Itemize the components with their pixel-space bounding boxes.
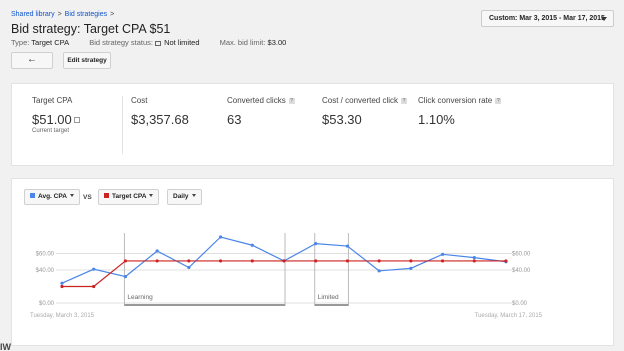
data-point <box>92 267 96 271</box>
max-bid-value: $3.00 <box>267 38 287 47</box>
help-icon[interactable]: ? <box>288 98 295 104</box>
breadcrumb-separator: > <box>110 11 115 18</box>
y-tick-label-left: $60.00 <box>36 252 55 258</box>
data-point <box>504 259 508 263</box>
date-range-label: Custom: Mar 3, 2015 - Mar 17, 2015 <box>489 15 605 22</box>
stat-target-cpa: Target CPA $51.00 Current target <box>32 96 80 134</box>
period-bar <box>124 304 285 306</box>
data-point <box>92 284 96 289</box>
data-point <box>218 259 223 263</box>
data-point <box>345 244 350 248</box>
stat-label: Cost / converted click? <box>322 96 408 105</box>
data-point <box>218 235 223 239</box>
data-point <box>250 243 254 247</box>
data-point <box>440 252 445 256</box>
status-value: Not limited <box>164 38 200 47</box>
y-tick-label-right: $0.00 <box>512 301 528 307</box>
period-bar <box>314 304 349 306</box>
x-end-label: Tuesday, March 17, 2015 <box>475 313 543 319</box>
stat-label: Click conversion rate? <box>418 96 502 105</box>
status-label: Bid strategy status: <box>89 38 153 47</box>
data-point <box>472 259 476 263</box>
data-point <box>472 256 476 260</box>
data-point <box>60 281 64 285</box>
data-point <box>409 259 413 263</box>
y-tick-label-right: $60.00 <box>512 252 531 258</box>
stat-value: $53.30 <box>322 112 362 127</box>
page-title: Bid strategy: Target CPA $51 <box>11 22 171 36</box>
help-icon[interactable]: ? <box>495 98 502 104</box>
stat-cost-per-converted-click: Cost / converted click? $53.30 <box>322 96 408 127</box>
y-tick-label-left: $40.00 <box>36 268 55 274</box>
type-value: Target CPA <box>31 38 70 47</box>
data-point <box>155 259 159 263</box>
type-label: Type: <box>11 38 30 47</box>
stat-sublabel: Current target <box>32 128 70 134</box>
period-label: Limited <box>318 294 339 301</box>
breadcrumb: Shared library > Bid strategies > <box>11 11 117 18</box>
data-point <box>187 259 191 263</box>
period-label: Learning <box>127 294 153 301</box>
data-point <box>123 275 128 279</box>
breadcrumb-bid-strategies[interactable]: Bid strategies <box>65 11 107 18</box>
stat-cost: Cost $3,357.68 <box>131 96 189 127</box>
stat-label: Converted clicks? <box>227 96 295 105</box>
stat-value: 63 <box>227 112 242 127</box>
help-icon[interactable]: ? <box>401 98 408 104</box>
comment-icon <box>155 40 162 46</box>
data-point <box>250 259 254 263</box>
data-point <box>314 242 318 246</box>
data-point <box>377 269 381 273</box>
stat-click-conversion-rate: Click conversion rate? 1.10% <box>418 96 502 127</box>
stat-value: 1.10% <box>418 112 455 127</box>
breadcrumb-shared-library[interactable]: Shared library <box>11 11 55 18</box>
data-point <box>187 265 191 270</box>
date-range-picker[interactable]: Custom: Mar 3, 2015 - Mar 17, 2015 <box>481 10 614 27</box>
data-point <box>440 259 445 263</box>
divider <box>122 96 123 154</box>
data-point <box>123 259 128 263</box>
edit-icon[interactable] <box>73 117 80 123</box>
data-point <box>155 249 159 253</box>
data-point <box>409 266 413 270</box>
data-point <box>345 259 350 263</box>
data-point <box>377 259 381 263</box>
caret-down-icon <box>601 17 607 21</box>
x-start-label: Tuesday, March 3, 2015 <box>30 313 95 319</box>
stat-label: Target CPA <box>32 96 73 105</box>
data-point <box>60 284 64 289</box>
stat-value: $51.00 <box>32 112 80 127</box>
data-point <box>282 259 286 263</box>
edit-strategy-button[interactable]: Edit strategy <box>63 52 111 69</box>
breadcrumb-separator: > <box>57 11 62 18</box>
stat-label: Cost <box>131 96 148 105</box>
stat-converted-clicks: Converted clicks? 63 <box>227 96 295 127</box>
max-bid-label: Max. bid limit: <box>219 38 266 47</box>
y-tick-label-left: $0.00 <box>39 301 55 307</box>
y-tick-label-right: $40.00 <box>512 268 531 274</box>
strategy-meta: Type: Target CPA Bid strategy status: No… <box>11 38 304 47</box>
footer-text: IW <box>0 342 11 351</box>
performance-chart: $0.00 $0.00 $40.00 $40.00 $60.00 $60.00 Learni… <box>30 233 543 319</box>
chart-panel: Avg. CPA VS Target CPA Daily $0.00 $0.00 $… <box>11 178 614 346</box>
stats-panel: Target CPA $51.00 Current target Cost $3… <box>11 83 614 166</box>
data-point <box>314 259 318 263</box>
back-button[interactable]: ← <box>11 52 53 69</box>
stat-value: $3,357.68 <box>131 112 189 127</box>
